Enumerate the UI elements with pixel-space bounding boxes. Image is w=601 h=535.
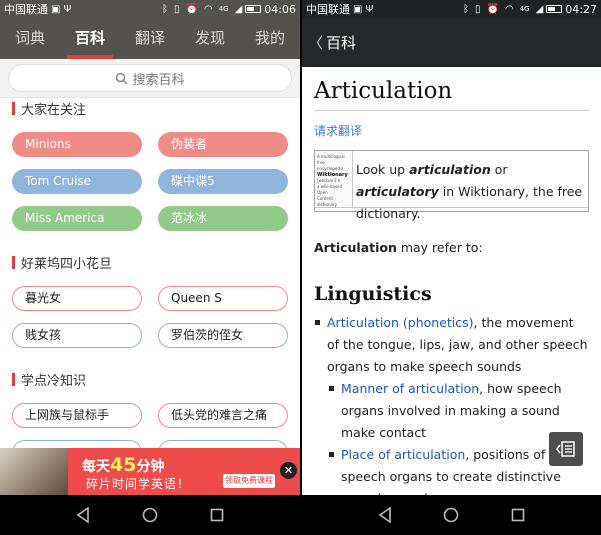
article-link[interactable]: Articulation (phonetics) (327, 315, 474, 330)
topic-chip[interactable]: 暮光女 (12, 286, 142, 311)
wiktionary-box: A multilingual free encyclopedia Wiktion… (314, 150, 589, 221)
clock: 04:27 (565, 2, 597, 16)
topic-chip[interactable]: 伪装者 (158, 132, 288, 157)
wifi-icon: ◠ (203, 3, 213, 15)
section-title-trending: 大家在关注 (12, 99, 86, 118)
intro-paragraph: Articulation may refer to: (314, 240, 483, 255)
topic-chip[interactable]: 低头党的难言之痛 (158, 403, 288, 428)
list-icon (556, 441, 575, 457)
request-translation-link[interactable]: 请求翻译 (314, 122, 589, 139)
section-marker (12, 373, 15, 386)
battery-icon (546, 5, 563, 13)
back-nav-button[interactable] (73, 505, 93, 525)
status-bar: 中国联通 ▣ Ψ ᛒ ▯ ⏰ ◠ 4G ◢ 04:27 (302, 0, 601, 18)
topic-chip[interactable]: 贱女孩 (12, 323, 142, 348)
ad-close-button[interactable]: ✕ (280, 462, 297, 479)
ad-cta-button[interactable]: 领取免费课程 (223, 474, 275, 488)
article-title: Articulation (314, 78, 589, 111)
ad-subline: 碎片时间学英语！ (86, 477, 191, 491)
topic-chip[interactable]: Queen S (158, 286, 288, 311)
right-phone-screen: 中国联通 ▣ Ψ ᛒ ▯ ⏰ ◠ 4G ◢ 04:27 〈 百科 Articul… (302, 0, 601, 535)
home-nav-button[interactable] (441, 505, 461, 525)
tab-translate[interactable]: 翻译 (127, 18, 173, 59)
section-marker (12, 102, 15, 115)
system-nav-bar (0, 495, 300, 535)
network-label: 4G (519, 5, 530, 13)
usb-icon: Ψ (63, 3, 72, 15)
signal-icon: ◢ (234, 3, 243, 15)
section-marker (12, 256, 15, 269)
back-nav-button[interactable] (375, 505, 395, 525)
tab-dictionary[interactable]: 词典 (7, 18, 53, 59)
left-phone-screen: 中国联通 ▣ Ψ ᛒ ▯ ⏰ ◠ 4G ◢ 04:06 词典 百科 翻译 发现 … (0, 0, 300, 535)
wiktionary-text: Look up articulation or articulatory in … (356, 162, 583, 221)
topic-chip[interactable]: 范冰冰 (158, 206, 288, 231)
topic-chip[interactable]: 碟中谍5 (158, 169, 288, 194)
alarm-icon: ⏰ (185, 3, 198, 15)
search-input[interactable]: 搜索百科 (8, 64, 292, 92)
list-item: Articulation (phonetics), the movement o… (314, 312, 589, 378)
section-title-trivia: 学点冷知识 (12, 370, 86, 389)
wiktionary-logo: A multilingual free encyclopedia Wiktion… (315, 151, 353, 207)
page-header: 〈 百科 (302, 18, 601, 67)
top-tabs: 词典 百科 翻译 发现 我的 (0, 18, 300, 59)
bluetooth-icon: ᛒ (463, 3, 469, 15)
section-title-text: 大家在关注 (21, 103, 87, 118)
article-content: Articulation 请求翻译 A multilingual free en… (302, 67, 601, 495)
wifi-icon: ◠ (504, 3, 514, 15)
status-bar: 中国联通 ▣ Ψ ᛒ ▯ ⏰ ◠ 4G ◢ 04:06 (0, 0, 300, 18)
vibrate-icon: ▯ (174, 3, 180, 15)
search-area: 搜索百科 (0, 59, 300, 98)
clock: 04:06 (264, 2, 296, 16)
section-title-text: 学点冷知识 (21, 374, 87, 389)
ad-banner[interactable]: 每天45分钟 碎片时间学英语！ 领取免费课程 ✕ (0, 448, 300, 495)
network-label: 4G (218, 5, 229, 13)
alarm-icon: ⏰ (486, 3, 499, 15)
wiktionary-link[interactable]: articulatory (356, 184, 439, 199)
bluetooth-icon: ᛒ (162, 3, 168, 15)
topic-chip[interactable]: 罗伯茨的侄女 (158, 323, 288, 348)
tab-encyclopedia[interactable]: 百科 (66, 18, 114, 59)
usb-icon: Ψ (365, 3, 374, 15)
tab-discover[interactable]: 发现 (187, 18, 233, 59)
divider (315, 207, 588, 208)
battery-icon (245, 5, 262, 13)
search-placeholder: 搜索百科 (132, 72, 185, 88)
topic-chip[interactable]: 上网族与鼠标手 (12, 403, 142, 428)
system-nav-bar (302, 495, 601, 535)
image-icon: ▣ (353, 3, 363, 15)
section-title-text: 好莱坞四小花旦 (21, 257, 113, 272)
search-icon (116, 72, 129, 85)
back-chevron-icon[interactable]: 〈 (308, 32, 323, 53)
vibrate-icon: ▯ (475, 3, 481, 15)
carrier-label: 中国联通 (4, 3, 48, 16)
recents-nav-button[interactable] (207, 505, 227, 525)
signal-icon: ◢ (535, 3, 544, 15)
page-title: 百科 (326, 34, 357, 52)
ad-headline: 每天45分钟 (82, 454, 165, 476)
article-link[interactable]: Place of articulation (341, 447, 465, 462)
table-of-contents-button[interactable] (549, 432, 583, 466)
recents-nav-button[interactable] (508, 505, 528, 525)
image-icon: ▣ (51, 3, 61, 15)
topic-chip[interactable]: Minions (12, 132, 142, 157)
tab-mine[interactable]: 我的 (247, 18, 293, 59)
home-nav-button[interactable] (140, 505, 160, 525)
topic-chip[interactable]: Miss America (12, 206, 142, 231)
carrier-label: 中国联通 (306, 3, 350, 16)
section-heading: Linguistics (314, 283, 432, 305)
wiktionary-link[interactable]: articulation (409, 162, 491, 177)
ad-photo (0, 448, 68, 495)
section-title-hollywood: 好莱坞四小花旦 (12, 253, 112, 272)
topic-chip[interactable]: Tom Cruise (12, 169, 142, 194)
article-link[interactable]: Manner of articulation (341, 381, 479, 396)
